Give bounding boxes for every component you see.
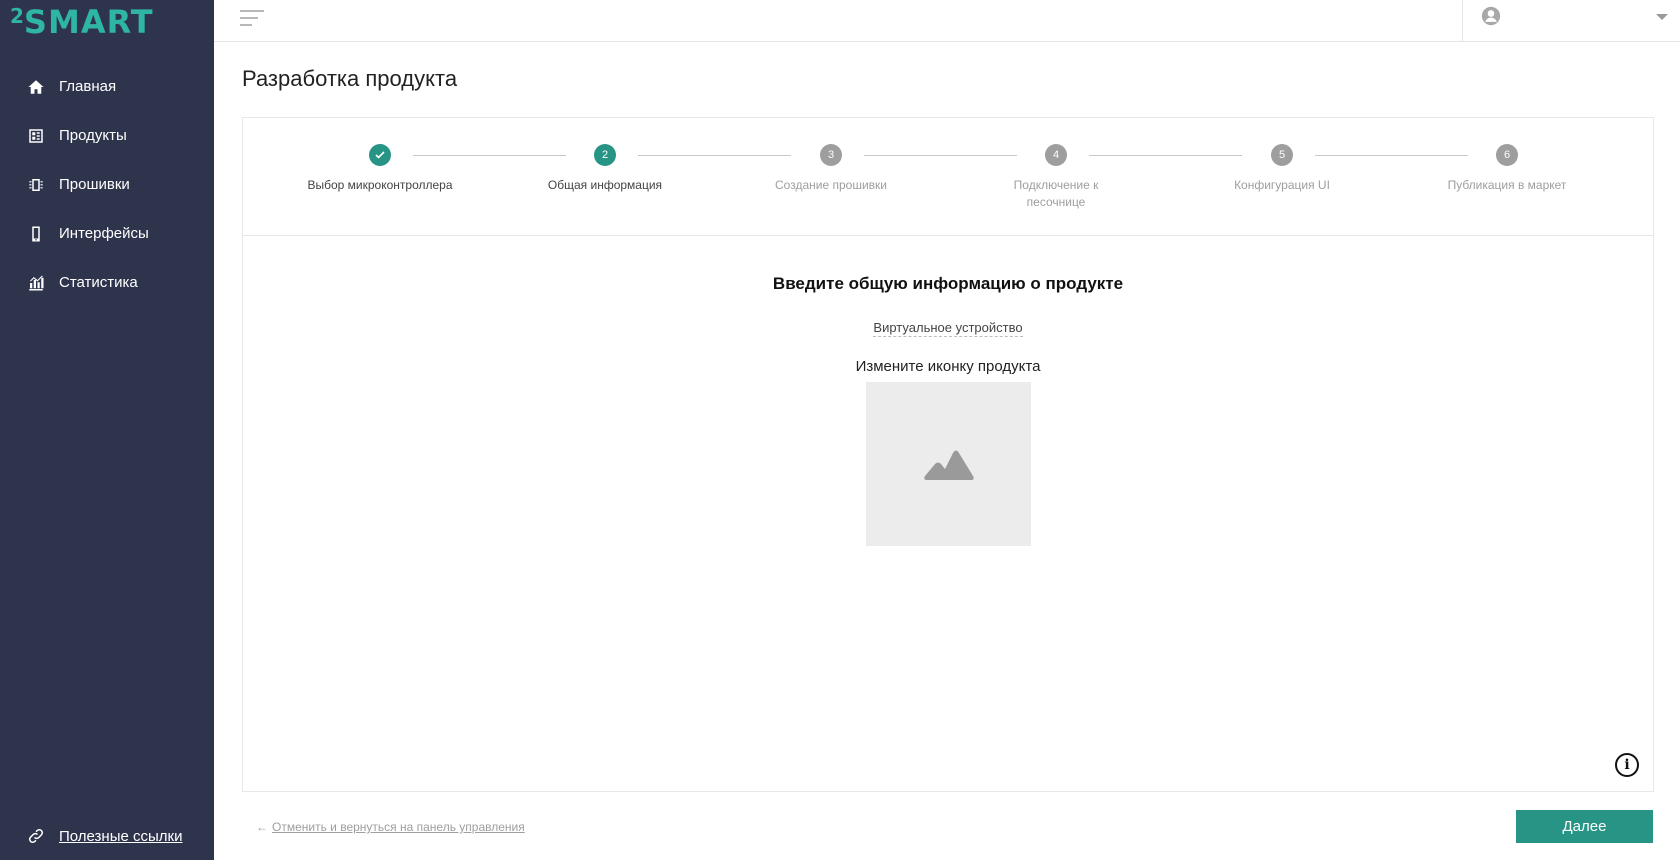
logo[interactable]: 2 SMART bbox=[10, 4, 154, 40]
image-placeholder-icon bbox=[923, 450, 974, 480]
step-4[interactable]: 4 Подключение к песочнице bbox=[981, 144, 1131, 211]
sidebar-item-label: Статистика bbox=[59, 274, 138, 291]
sidebar-item-label: Прошивки bbox=[59, 176, 130, 193]
cancel-link[interactable]: ← Отменить и вернуться на панель управлен… bbox=[256, 820, 525, 834]
sidebar-item-products[interactable]: Продукты bbox=[0, 111, 214, 160]
sidebar-item-firmware[interactable]: Прошивки bbox=[0, 160, 214, 209]
step-content: Введите общую информацию о продукте Вирт… bbox=[243, 237, 1653, 791]
step-3[interactable]: 3 Создание прошивки bbox=[756, 144, 906, 194]
menu-icon[interactable] bbox=[240, 10, 264, 28]
step-number: 5 bbox=[1271, 144, 1293, 166]
sidebar-item-statistics[interactable]: Статистика bbox=[0, 258, 214, 307]
cancel-link-label: Отменить и вернуться на панель управлени… bbox=[272, 820, 525, 834]
product-icon-upload[interactable] bbox=[866, 382, 1031, 546]
step-number: 6 bbox=[1496, 144, 1518, 166]
chip-icon bbox=[26, 175, 46, 195]
step-label: Подключение к песочнице bbox=[1013, 178, 1099, 209]
sidebar-item-label: Главная bbox=[59, 78, 117, 95]
step-1[interactable]: Выбор микроконтроллера bbox=[305, 144, 455, 194]
user-menu[interactable] bbox=[1462, 0, 1680, 42]
step-number: 3 bbox=[820, 144, 842, 166]
home-icon bbox=[26, 77, 46, 97]
step-label: Общая информация bbox=[547, 178, 663, 192]
page-title: Разработка продукта bbox=[242, 66, 458, 91]
step-label: Создание прошивки bbox=[775, 178, 887, 192]
step-6[interactable]: 6 Публикация в маркет bbox=[1432, 144, 1582, 194]
step-label: Выбор микроконтроллера bbox=[307, 178, 453, 192]
step-number: 2 bbox=[594, 144, 616, 166]
sidebar-item-interfaces[interactable]: Интерфейсы bbox=[0, 209, 214, 258]
arrow-left-icon: ← bbox=[256, 820, 268, 834]
section-heading: Введите общую информацию о продукте bbox=[772, 274, 1124, 293]
step-2[interactable]: 2 Общая информация bbox=[530, 144, 680, 194]
step-number: 4 bbox=[1045, 144, 1067, 166]
sidebar-nav: Главная Продукты Прошивки Интерфейсы Ста… bbox=[0, 62, 214, 307]
useful-links[interactable]: Полезные ссылки bbox=[26, 826, 183, 846]
step-5[interactable]: 5 Конфигурация UI bbox=[1207, 144, 1357, 194]
phone-icon bbox=[26, 224, 46, 244]
user-avatar-icon bbox=[1481, 6, 1501, 26]
sidebar: 2 SMART Главная Продукты Прошивки Интерф… bbox=[0, 0, 214, 860]
sidebar-item-home[interactable]: Главная bbox=[0, 62, 214, 111]
link-icon bbox=[26, 826, 46, 846]
device-name-field: Виртуальное устройство bbox=[243, 319, 1653, 337]
sidebar-item-label: Продукты bbox=[59, 127, 127, 144]
icon-label: Измените иконку продукта bbox=[855, 358, 1041, 375]
info-icon[interactable]: i bbox=[1615, 753, 1639, 777]
step-label: Конфигурация UI bbox=[1234, 178, 1330, 192]
caret-down-icon bbox=[1656, 14, 1668, 20]
step-label: Публикация в маркет bbox=[1447, 178, 1567, 192]
useful-links-label: Полезные ссылки bbox=[59, 827, 183, 845]
stats-icon bbox=[26, 273, 46, 293]
logo-superscript: 2 bbox=[10, 4, 24, 28]
sidebar-item-label: Интерфейсы bbox=[59, 225, 149, 242]
top-header bbox=[214, 0, 1680, 42]
logo-text: SMART bbox=[23, 3, 154, 41]
products-icon bbox=[26, 126, 46, 146]
device-name-input[interactable]: Виртуальное устройство bbox=[873, 320, 1023, 337]
next-button[interactable]: Далее bbox=[1516, 810, 1653, 843]
check-icon bbox=[369, 144, 391, 166]
stepper: Выбор микроконтроллера 2 Общая информаци… bbox=[243, 118, 1653, 236]
wizard-card: Выбор микроконтроллера 2 Общая информаци… bbox=[242, 117, 1654, 792]
